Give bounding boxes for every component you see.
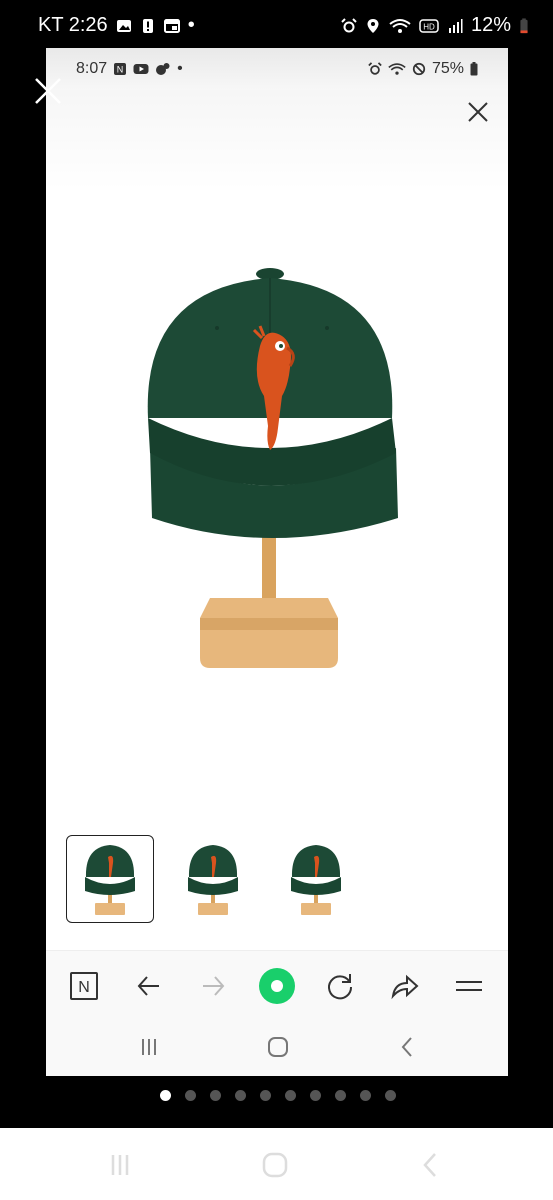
thumbnail-strip: [66, 835, 366, 925]
nav-back-button[interactable]: [393, 1032, 423, 1062]
pager-dot[interactable]: [185, 1090, 196, 1101]
inner-status-bar: 8:07 N • 75%: [46, 48, 508, 90]
share-button[interactable]: [387, 969, 421, 1003]
inner-status-dot: •: [177, 60, 183, 77]
pager-dot[interactable]: [210, 1090, 221, 1101]
recent-apps-icon: [142, 1039, 156, 1055]
recent-apps-icon: [111, 1155, 129, 1175]
arrow-left-icon: [137, 976, 159, 996]
green-dot-button[interactable]: [258, 967, 296, 1005]
pager-dot[interactable]: [310, 1090, 321, 1101]
naver-home-button[interactable]: N: [67, 969, 101, 1003]
thumbnail-3[interactable]: [272, 835, 360, 923]
thumbnail-cap-image: [291, 845, 341, 915]
close-icon[interactable]: [466, 100, 490, 124]
inner-screenshot: 8:07 N • 75% N: [46, 48, 508, 1076]
thumbnail-1[interactable]: [66, 835, 154, 923]
signal-icon: [448, 18, 463, 33]
inner-alarm-icon: [368, 62, 382, 75]
pager-dot[interactable]: [160, 1090, 171, 1101]
wifi-icon: [389, 18, 411, 33]
thumbnail-cap-image: [85, 845, 135, 915]
pager-dot[interactable]: [235, 1090, 246, 1101]
outer-home-button[interactable]: [258, 1148, 292, 1182]
header-fade: [46, 90, 508, 190]
reload-button[interactable]: [323, 969, 357, 1003]
product-image-cap: [147, 268, 398, 668]
dnd-icon: [412, 62, 426, 76]
calendar-icon: [163, 18, 180, 33]
browser-toolbar: N: [46, 950, 508, 1021]
thumbnail-cap-image: [188, 845, 238, 915]
close-viewer-icon[interactable]: [34, 77, 62, 105]
svg-text:N: N: [78, 979, 90, 996]
pager-dot[interactable]: [260, 1090, 271, 1101]
outer-status-dot: •: [187, 14, 195, 36]
inner-battery-percent: 75%: [431, 60, 464, 77]
recent-apps-button[interactable]: [134, 1032, 164, 1062]
pager-dot[interactable]: [285, 1090, 296, 1101]
location-icon: [367, 18, 379, 33]
green-circle-icon: [259, 968, 295, 1004]
image-pager: [160, 1090, 396, 1101]
forward-button[interactable]: [196, 969, 230, 1003]
hamburger-icon: [456, 981, 482, 991]
chevron-left-icon: [423, 1153, 436, 1177]
battery-icon: [520, 17, 528, 33]
alert-icon: [142, 18, 153, 33]
home-icon: [262, 1152, 288, 1178]
home-icon: [268, 1037, 288, 1057]
naver-icon: N: [70, 972, 98, 1000]
home-button[interactable]: [263, 1032, 293, 1062]
naver-notif-icon: N: [114, 63, 127, 75]
chevron-left-icon: [401, 1037, 412, 1057]
alarm-icon: [341, 17, 357, 32]
outer-carrier-time: KT 2:26: [38, 14, 108, 36]
hd-icon: HD: [419, 18, 439, 33]
reload-icon: [328, 974, 353, 1000]
outer-back-button[interactable]: [414, 1148, 448, 1182]
outer-battery-percent: 12%: [470, 14, 511, 36]
outer-status-bar: KT 2:26 • HD 12%: [0, 0, 553, 52]
pager-dot[interactable]: [360, 1090, 371, 1101]
svg-text:HD: HD: [423, 22, 435, 31]
inner-system-nav: [46, 1020, 508, 1076]
svg-text:N: N: [117, 65, 124, 75]
menu-button[interactable]: [452, 969, 486, 1003]
inner-time: 8:07: [76, 60, 108, 77]
gallery-icon: [116, 19, 131, 32]
thumbnail-2[interactable]: [169, 835, 257, 923]
inner-wifi-icon: [388, 63, 406, 75]
arrow-right-icon: [203, 976, 225, 996]
youtube-icon: [133, 64, 149, 74]
back-button[interactable]: [132, 969, 166, 1003]
app-notif-icon: [156, 63, 170, 75]
pager-dot[interactable]: [335, 1090, 346, 1101]
outer-recent-apps-button[interactable]: [103, 1148, 137, 1182]
share-icon: [391, 974, 419, 1000]
pager-dot[interactable]: [385, 1090, 396, 1101]
inner-battery-icon: [470, 62, 478, 76]
